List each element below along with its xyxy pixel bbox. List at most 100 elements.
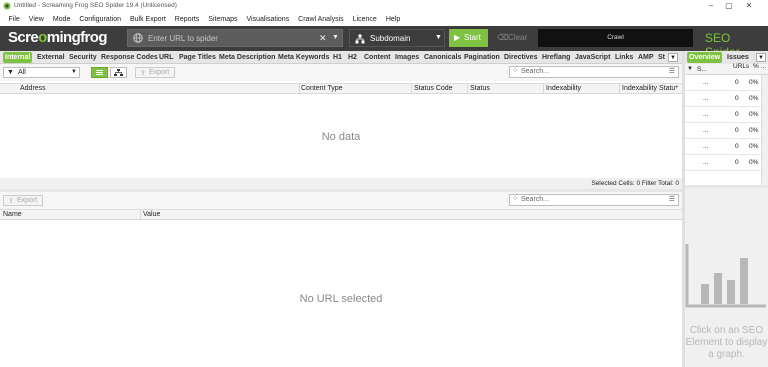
menu-view[interactable]: View <box>24 16 48 23</box>
tab-security[interactable]: Security <box>67 52 99 63</box>
export-label: Export <box>149 69 170 76</box>
search-options-icon[interactable]: ☰ <box>669 67 675 75</box>
expand-icon[interactable]: ▼ <box>687 66 693 72</box>
export-button[interactable]: ⇪ Export <box>135 67 175 78</box>
search-options-icon[interactable]: ☰ <box>669 195 675 203</box>
overview-col-pct[interactable]: % ... <box>753 63 766 70</box>
overview-row[interactable]: ... 0 0% <box>685 91 761 107</box>
overview-row-name: ... <box>703 127 709 134</box>
overview-row[interactable]: ... 0 0% <box>685 123 761 139</box>
overview-col-name[interactable]: S... <box>697 66 707 73</box>
column-address[interactable]: Address <box>20 85 46 92</box>
tab-h2[interactable]: H2 <box>346 52 359 63</box>
menu-mode[interactable]: Mode <box>48 16 75 23</box>
selection-status: Selected Cells: 0 Filter Total: 0 <box>591 180 679 187</box>
chevron-down-icon: ▼ <box>435 34 442 41</box>
list-view-button[interactable] <box>91 67 108 78</box>
tab-canonicals[interactable]: Canonicals <box>422 52 463 63</box>
menu-licence[interactable]: Licence <box>348 16 381 23</box>
overview-row-urls: 0 <box>735 159 739 166</box>
tab-url[interactable]: URL <box>157 52 175 63</box>
overview-row[interactable]: ... 0 0% <box>685 155 761 171</box>
tab-hreflang[interactable]: Hreflang <box>540 52 572 63</box>
crawl-progress-label: Crawl <box>607 34 624 41</box>
overview-row[interactable]: ... 0 0% <box>685 139 761 155</box>
overview-row[interactable]: ... 0 0% <box>685 75 761 91</box>
start-label: Start <box>464 33 481 42</box>
clear-url-icon[interactable]: ✕ <box>319 33 327 44</box>
tab-amp[interactable]: AMP <box>636 52 656 63</box>
column-indexability[interactable]: Indexability <box>546 85 581 92</box>
crawl-mode-select[interactable]: Subdomain ▼ <box>349 29 445 47</box>
details-table[interactable]: Name Value No URL selected <box>0 209 682 367</box>
tab-overview[interactable]: Overview <box>687 52 723 63</box>
search-icon: ○ <box>513 67 518 74</box>
menu-reports[interactable]: Reports <box>170 16 204 23</box>
menu-configuration[interactable]: Configuration <box>75 16 126 23</box>
menu-file[interactable]: File <box>4 16 24 23</box>
main-table[interactable]: Address Content Type Status Code Status … <box>0 83 682 178</box>
chart-placeholder-message: Click on an SEO Element to display a gra… <box>685 325 768 360</box>
more-tabs-dropdown-icon[interactable]: ▼ <box>756 53 766 62</box>
tab-directives[interactable]: Directives <box>502 52 539 63</box>
tab-issues[interactable]: Issues <box>725 52 751 63</box>
column-separator <box>299 84 300 94</box>
tab-internal[interactable]: Internal <box>3 52 33 63</box>
column-name[interactable]: Name <box>3 211 22 218</box>
overview-row-pct: 0% <box>749 79 759 86</box>
minimize-icon[interactable]: – <box>705 1 717 10</box>
add-column-icon[interactable]: + <box>675 85 679 91</box>
menu-visualisations[interactable]: Visualisations <box>242 16 294 23</box>
column-content-type[interactable]: Content Type <box>301 85 343 92</box>
start-button[interactable]: ▶ Start <box>449 29 488 47</box>
tab-links[interactable]: Links <box>613 52 635 63</box>
tab-javascript[interactable]: JavaScript <box>573 52 612 63</box>
search-input[interactable]: ○ Search... ☰ <box>509 66 679 78</box>
tab-external[interactable]: External <box>35 52 67 63</box>
tab-pagination[interactable]: Pagination <box>462 52 502 63</box>
details-search-input[interactable]: ○ Search... ☰ <box>509 194 679 206</box>
overview-row-urls: 0 <box>735 143 739 150</box>
column-indexability-status[interactable]: Indexability Statu <box>622 85 675 92</box>
filter-select[interactable]: ▼ All ▼ <box>3 67 80 78</box>
menu-bulk-export[interactable]: Bulk Export <box>125 16 170 23</box>
tab-page-titles[interactable]: Page Titles <box>177 52 218 63</box>
tab-meta-keywords[interactable]: Meta Keywords <box>276 52 331 63</box>
table-header: Address Content Type Status Code Status … <box>0 84 682 94</box>
tab-content[interactable]: Content <box>362 52 392 63</box>
tab-h1[interactable]: H1 <box>331 52 344 63</box>
url-history-dropdown-icon[interactable]: ▼ <box>332 34 339 41</box>
filter-icon: ▼ <box>7 69 14 76</box>
more-tabs-dropdown-icon[interactable]: ▼ <box>668 53 678 62</box>
tab-images[interactable]: Images <box>393 52 421 63</box>
export-icon: ⇪ <box>140 70 146 77</box>
overview-row-name: ... <box>703 143 709 150</box>
menu-crawl-analysis[interactable]: Crawl Analysis <box>294 16 349 23</box>
overview-scrollbar[interactable] <box>761 75 768 185</box>
column-status[interactable]: Status <box>470 85 490 92</box>
overview-row-urls: 0 <box>735 127 739 134</box>
crawl-mode-label: Subdomain <box>370 34 411 43</box>
column-status-code[interactable]: Status Code <box>414 85 453 92</box>
menu-help[interactable]: Help <box>381 16 404 23</box>
menu-sitemaps[interactable]: Sitemaps <box>204 16 242 23</box>
url-input[interactable]: Enter URL to spider ✕ ▼ <box>127 29 343 47</box>
overview-row[interactable]: ... 0 0% <box>685 107 761 123</box>
overview-row-pct: 0% <box>749 111 759 118</box>
brand-logo: Screomingfrog <box>8 29 108 46</box>
column-value[interactable]: Value <box>143 211 160 218</box>
overview-row-urls: 0 <box>735 79 739 86</box>
clear-button[interactable]: ⌫ Clear <box>493 29 533 47</box>
tab-meta-description[interactable]: Meta Description <box>217 52 277 63</box>
details-export-button[interactable]: ⇪ Export <box>3 195 43 206</box>
tab-response-codes[interactable]: Response Codes <box>99 52 160 63</box>
overview-row-urls: 0 <box>735 95 739 102</box>
list-icon <box>96 70 103 75</box>
close-icon[interactable]: ✕ <box>743 1 755 10</box>
overview-col-urls[interactable]: URLs <box>733 63 749 70</box>
tabs-bar: Internal External Security Response Code… <box>0 51 682 64</box>
maximize-icon[interactable]: ▢ <box>723 1 735 10</box>
tree-view-button[interactable] <box>110 67 127 78</box>
filter-value: All <box>18 69 26 76</box>
tab-structured-data[interactable]: St <box>656 52 667 63</box>
